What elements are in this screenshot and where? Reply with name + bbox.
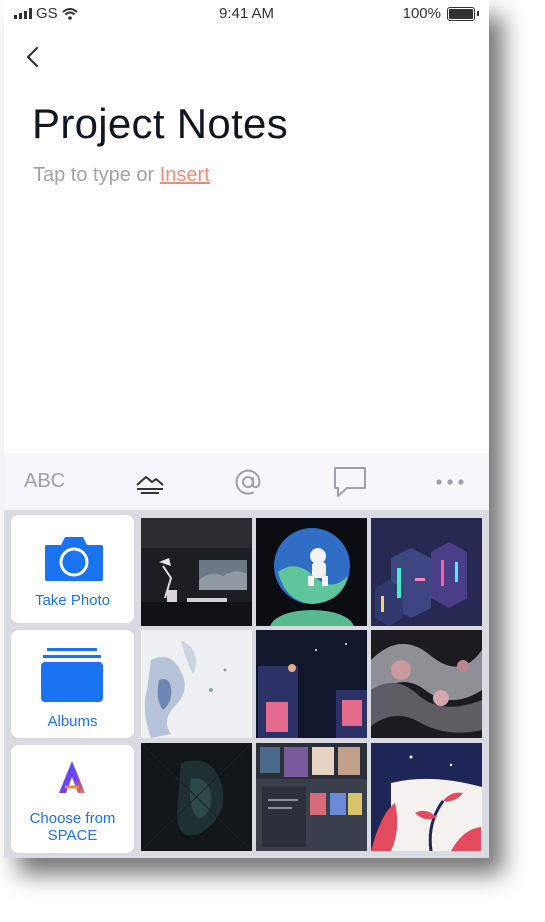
plant-night-illustration-image <box>371 743 482 851</box>
mention-button[interactable] <box>230 453 266 510</box>
choose-from-space-label: Choose from SPACE <box>29 810 116 844</box>
at-sign-icon <box>235 469 261 495</box>
photo-thumbnail[interactable] <box>371 743 482 851</box>
more-options-button[interactable] <box>434 453 466 510</box>
dark-mosaic-image <box>141 743 252 851</box>
photo-thumbnail[interactable] <box>141 518 252 626</box>
night-window-image <box>256 630 367 738</box>
keyboard-toolbar: ABC <box>4 453 489 510</box>
phone-screen: GS 9:41 AM 100% Project Notes Tap to typ… <box>4 0 489 858</box>
albums-icon <box>41 648 103 702</box>
astronaut-illustration-image <box>256 518 367 626</box>
note-hint[interactable]: Tap to type or Insert <box>33 164 210 187</box>
photo-thumbnail[interactable] <box>256 518 367 626</box>
camera-icon <box>45 537 103 581</box>
comment-button[interactable] <box>330 453 370 510</box>
photo-thumbnail[interactable] <box>371 630 482 738</box>
insert-link[interactable]: Insert <box>160 164 210 186</box>
photo-thumbnail[interactable] <box>256 630 367 738</box>
photo-thumbnail[interactable] <box>256 743 367 851</box>
space-logo-icon <box>59 761 85 793</box>
photo-thumbnail[interactable] <box>141 630 252 738</box>
hint-text: Tap to type or <box>33 164 155 186</box>
choose-from-space-button[interactable]: Choose from SPACE <box>11 745 134 853</box>
take-photo-button[interactable]: Take Photo <box>11 515 134 623</box>
ellipsis-icon <box>436 478 464 485</box>
landscape-icon <box>136 475 164 494</box>
abc-keyboard-button[interactable]: ABC <box>24 453 65 510</box>
swirl-pattern-image <box>371 630 482 738</box>
media-picker: Take Photo Albums Choose from SPACE <box>4 510 489 858</box>
note-title[interactable]: Project Notes <box>32 100 288 148</box>
photo-thumbnail[interactable] <box>141 743 252 851</box>
image-picker-button[interactable] <box>132 453 168 510</box>
battery-group: 100% <box>403 5 479 22</box>
status-bar: GS 9:41 AM 100% <box>4 0 489 28</box>
speech-bubble-icon <box>334 466 366 497</box>
back-chevron-icon[interactable] <box>22 44 44 70</box>
abstract-ink-image <box>141 630 252 738</box>
desk-setup-image <box>141 518 252 626</box>
book-app-screens-image <box>256 743 367 851</box>
photo-thumbnail[interactable] <box>371 518 482 626</box>
albums-label: Albums <box>47 713 98 730</box>
battery-tip <box>477 11 479 16</box>
isometric-city-image <box>371 518 482 626</box>
battery-icon <box>447 6 475 21</box>
albums-button[interactable]: Albums <box>11 630 134 738</box>
battery-percent: 100% <box>402 5 441 22</box>
take-photo-label: Take Photo <box>34 592 111 609</box>
